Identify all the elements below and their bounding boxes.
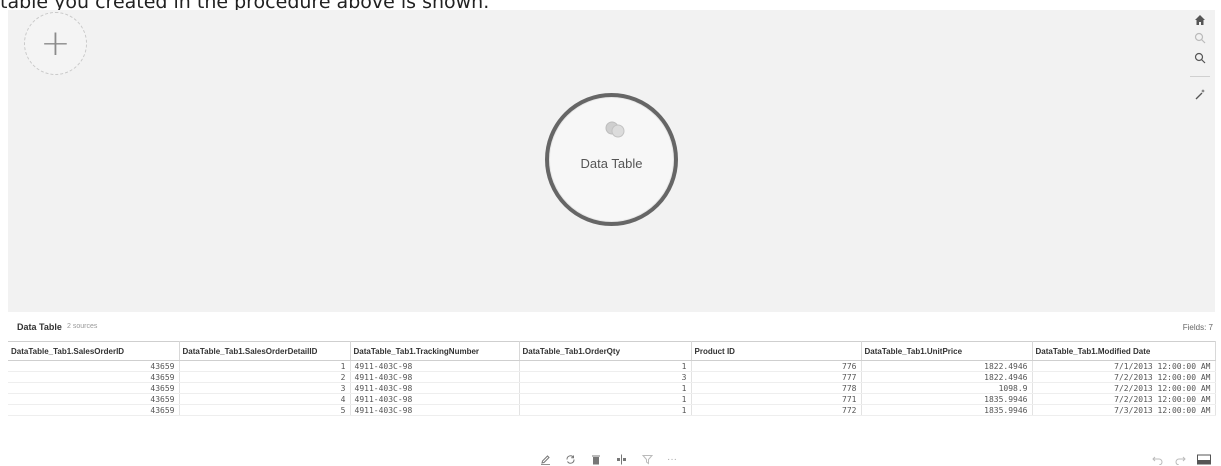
- table-cell: 4911-403C-98: [350, 404, 520, 416]
- table-cell: 1: [519, 393, 692, 405]
- table-cell: 7/2/2013 12:00:00 AM: [1032, 382, 1216, 394]
- data-preview-table: DataTable_Tab1.SalesOrderID DataTable_Tab…: [8, 341, 1216, 416]
- panel-fields-count: Fields: 7: [1182, 323, 1213, 332]
- table-body: 43659 1 4911-403C-98 1 776 1822.4946 7/1/2013 …: [8, 360, 1216, 416]
- home-icon[interactable]: [1192, 12, 1208, 28]
- table-cell: 1835.9946: [861, 404, 1033, 416]
- table-cell: 5: [179, 404, 351, 416]
- model-canvas[interactable]: + Data Table: [8, 10, 1215, 312]
- undo-icon[interactable]: [1150, 452, 1164, 466]
- table-cell: 7/1/2013 12:00:00 AM: [1032, 360, 1216, 372]
- table-row: 43659 5 4911-403C-98 1 772 1835.9946 7/3/2013 …: [8, 404, 1216, 416]
- table-cell: 1: [519, 382, 692, 394]
- table-cell: 7/3/2013 12:00:00 AM: [1032, 404, 1216, 416]
- table-cell: 43659: [8, 360, 180, 372]
- table-cell: 1: [519, 404, 692, 416]
- table-cell: 43659: [8, 382, 180, 394]
- data-table-node[interactable]: Data Table: [545, 93, 678, 226]
- plus-icon: +: [40, 22, 71, 64]
- pencil-icon[interactable]: [538, 452, 552, 466]
- data-table-icon: [605, 121, 625, 138]
- add-data-button[interactable]: +: [24, 12, 87, 75]
- table-cell: 776: [691, 360, 862, 372]
- refresh-icon[interactable]: [563, 452, 577, 466]
- table-cell: 2: [179, 371, 351, 383]
- table-row: 43659 3 4911-403C-98 1 778 1098.9 7/2/2013 12:…: [8, 382, 1216, 394]
- filter-icon[interactable]: [640, 452, 654, 466]
- table-cell: 4911-403C-98: [350, 360, 520, 372]
- canvas-toolbar: [1185, 10, 1215, 130]
- table-cell: 4911-403C-98: [350, 371, 520, 383]
- table-cell: 7/2/2013 12:00:00 AM: [1032, 371, 1216, 383]
- split-icon[interactable]: [614, 452, 628, 466]
- table-cell: 1: [519, 360, 692, 372]
- table-cell: 1: [179, 360, 351, 372]
- redo-icon[interactable]: [1173, 452, 1187, 466]
- preview-panel-header: Data Table 2 sources Fields: 7: [8, 318, 1215, 336]
- panel-toggle-icon[interactable]: [1196, 452, 1212, 466]
- node-label: Data Table: [580, 156, 643, 171]
- panel-title: Data Table: [17, 322, 62, 332]
- toolbar-divider: [1190, 76, 1210, 77]
- table-cell: 43659: [8, 393, 180, 405]
- table-cell: 4911-403C-98: [350, 382, 520, 394]
- table-cell: 3: [519, 371, 692, 383]
- more-options-button[interactable]: ···: [664, 452, 680, 466]
- table-cell: 1822.4946: [861, 371, 1033, 383]
- column-header[interactable]: DataTable_Tab1.SalesOrderDetailID: [179, 341, 351, 361]
- zoom-out-icon[interactable]: [1192, 30, 1208, 46]
- table-cell: 4911-403C-98: [350, 393, 520, 405]
- table-cell: 7/2/2013 12:00:00 AM: [1032, 393, 1216, 405]
- table-cell: 1098.9: [861, 382, 1033, 394]
- table-cell: 777: [691, 371, 862, 383]
- column-header[interactable]: DataTable_Tab1.OrderQty: [519, 341, 692, 361]
- column-header[interactable]: DataTable_Tab1.Modified Date: [1032, 341, 1216, 361]
- panel-sources-count: 2 sources: [67, 323, 98, 330]
- trash-icon[interactable]: [589, 452, 603, 466]
- magic-wand-icon[interactable]: [1192, 86, 1208, 102]
- table-header-row: DataTable_Tab1.SalesOrderID DataTable_Tab…: [8, 341, 1216, 361]
- column-header[interactable]: DataTable_Tab1.SalesOrderID: [8, 341, 180, 361]
- column-header[interactable]: DataTable_Tab1.UnitPrice: [861, 341, 1033, 361]
- table-cell: 43659: [8, 404, 180, 416]
- table-row: 43659 2 4911-403C-98 3 777 1822.4946 7/2/2013 …: [8, 371, 1216, 383]
- table-cell: 3: [179, 382, 351, 394]
- table-cell: 772: [691, 404, 862, 416]
- table-cell: 778: [691, 382, 862, 394]
- table-cell: 43659: [8, 371, 180, 383]
- table-row: 43659 1 4911-403C-98 1 776 1822.4946 7/1/2013 …: [8, 360, 1216, 372]
- table-row: 43659 4 4911-403C-98 1 771 1835.9946 7/2/2013 …: [8, 393, 1216, 405]
- table-cell: 771: [691, 393, 862, 405]
- column-header[interactable]: DataTable_Tab1.TrackingNumber: [350, 341, 520, 361]
- bottom-toolbar: ···: [0, 452, 1221, 466]
- table-cell: 1835.9946: [861, 393, 1033, 405]
- zoom-in-icon[interactable]: [1192, 50, 1208, 66]
- table-cell: 4: [179, 393, 351, 405]
- table-cell: 1822.4946: [861, 360, 1033, 372]
- column-header[interactable]: Product ID: [691, 341, 862, 361]
